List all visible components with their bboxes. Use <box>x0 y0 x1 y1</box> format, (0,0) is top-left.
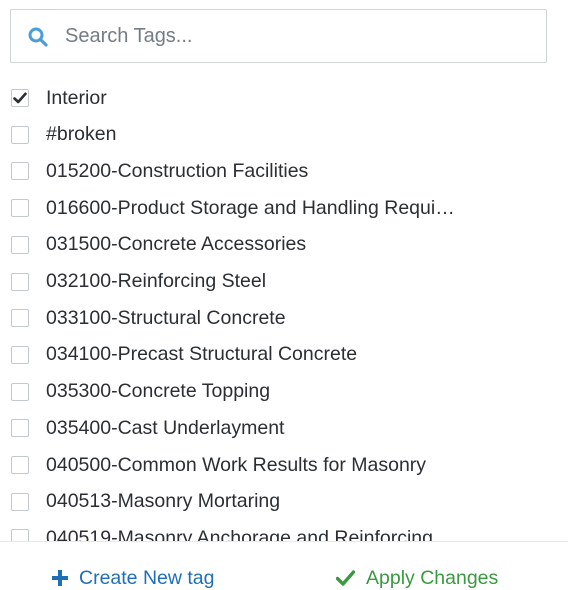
tag-list-item[interactable]: Interior <box>0 80 568 116</box>
checkbox[interactable] <box>11 529 29 541</box>
checkbox[interactable] <box>11 125 29 144</box>
tag-list-item[interactable]: 033100-Structural Concrete <box>0 300 568 336</box>
search-input[interactable] <box>65 18 535 54</box>
tag-label: 040513-Masonry Mortaring <box>46 490 281 513</box>
create-new-tag-label: Create New tag <box>79 566 215 589</box>
checkbox[interactable] <box>11 309 29 328</box>
tag-label: 033100-Structural Concrete <box>46 306 286 329</box>
tag-list-item[interactable]: 040513-Masonry Mortaring <box>0 484 568 520</box>
checkbox[interactable] <box>11 382 29 401</box>
checkbox[interactable] <box>11 456 29 474</box>
tag-list-item[interactable]: 035400-Cast Underlayment <box>0 410 568 446</box>
footer-divider <box>0 541 568 542</box>
checkbox[interactable] <box>11 272 29 291</box>
tag-list: Interior #broken 015200-Construction Facil… <box>0 80 568 541</box>
tag-label: 015200-Construction Facilities <box>46 159 309 182</box>
tag-label: 034100-Precast Structural Concrete <box>46 343 358 366</box>
checkbox[interactable] <box>11 199 29 218</box>
tag-list-item[interactable]: 040519-Masonry Anchorage and Reinforcing <box>0 520 568 541</box>
tag-list-item[interactable]: 032100-Reinforcing Steel <box>0 264 568 300</box>
checkbox-checked[interactable] <box>11 89 29 107</box>
tag-label: 035300-Concrete Topping <box>46 380 271 403</box>
tag-label: 035400-Cast Underlayment <box>46 416 285 439</box>
checkmark-icon <box>336 570 355 586</box>
plus-icon <box>52 570 68 586</box>
apply-changes-button[interactable]: Apply Changes <box>336 564 498 590</box>
tag-list-item[interactable]: 040500-Common Work Results for Masonry <box>0 447 568 483</box>
tag-label: 031500-Concrete Accessories <box>46 233 307 256</box>
checkmark-icon <box>13 92 27 104</box>
tag-label: 040519-Masonry Anchorage and Reinforcing <box>46 526 434 541</box>
tag-label: 040500-Common Work Results for Masonry <box>46 453 427 476</box>
tag-list-item[interactable]: 016600-Product Storage and Handling Requ… <box>0 190 568 226</box>
tag-list-item[interactable]: 015200-Construction Facilities <box>0 153 568 189</box>
checkbox[interactable] <box>11 419 29 438</box>
tag-list-item[interactable]: 034100-Precast Structural Concrete <box>0 337 568 373</box>
tag-label: #broken <box>46 123 117 146</box>
tag-list-item[interactable]: 031500-Concrete Accessories <box>0 227 568 263</box>
checkbox[interactable] <box>11 492 29 511</box>
tag-label: 016600-Product Storage and Handling Requ… <box>46 196 455 219</box>
apply-changes-label: Apply Changes <box>366 566 499 589</box>
tag-label: 032100-Reinforcing Steel <box>46 270 267 292</box>
search-box[interactable] <box>10 9 547 63</box>
tag-list-item[interactable]: #broken <box>0 117 568 153</box>
checkbox[interactable] <box>11 235 29 254</box>
tag-picker-panel: Interior #broken 015200-Construction Facil… <box>0 0 568 590</box>
checkbox[interactable] <box>11 345 29 364</box>
tag-list-item[interactable]: 035300-Concrete Topping <box>0 374 568 410</box>
search-icon <box>28 27 48 47</box>
create-new-tag-button[interactable]: Create New tag <box>52 564 214 590</box>
tag-label: Interior <box>46 86 107 109</box>
checkbox[interactable] <box>11 162 29 181</box>
